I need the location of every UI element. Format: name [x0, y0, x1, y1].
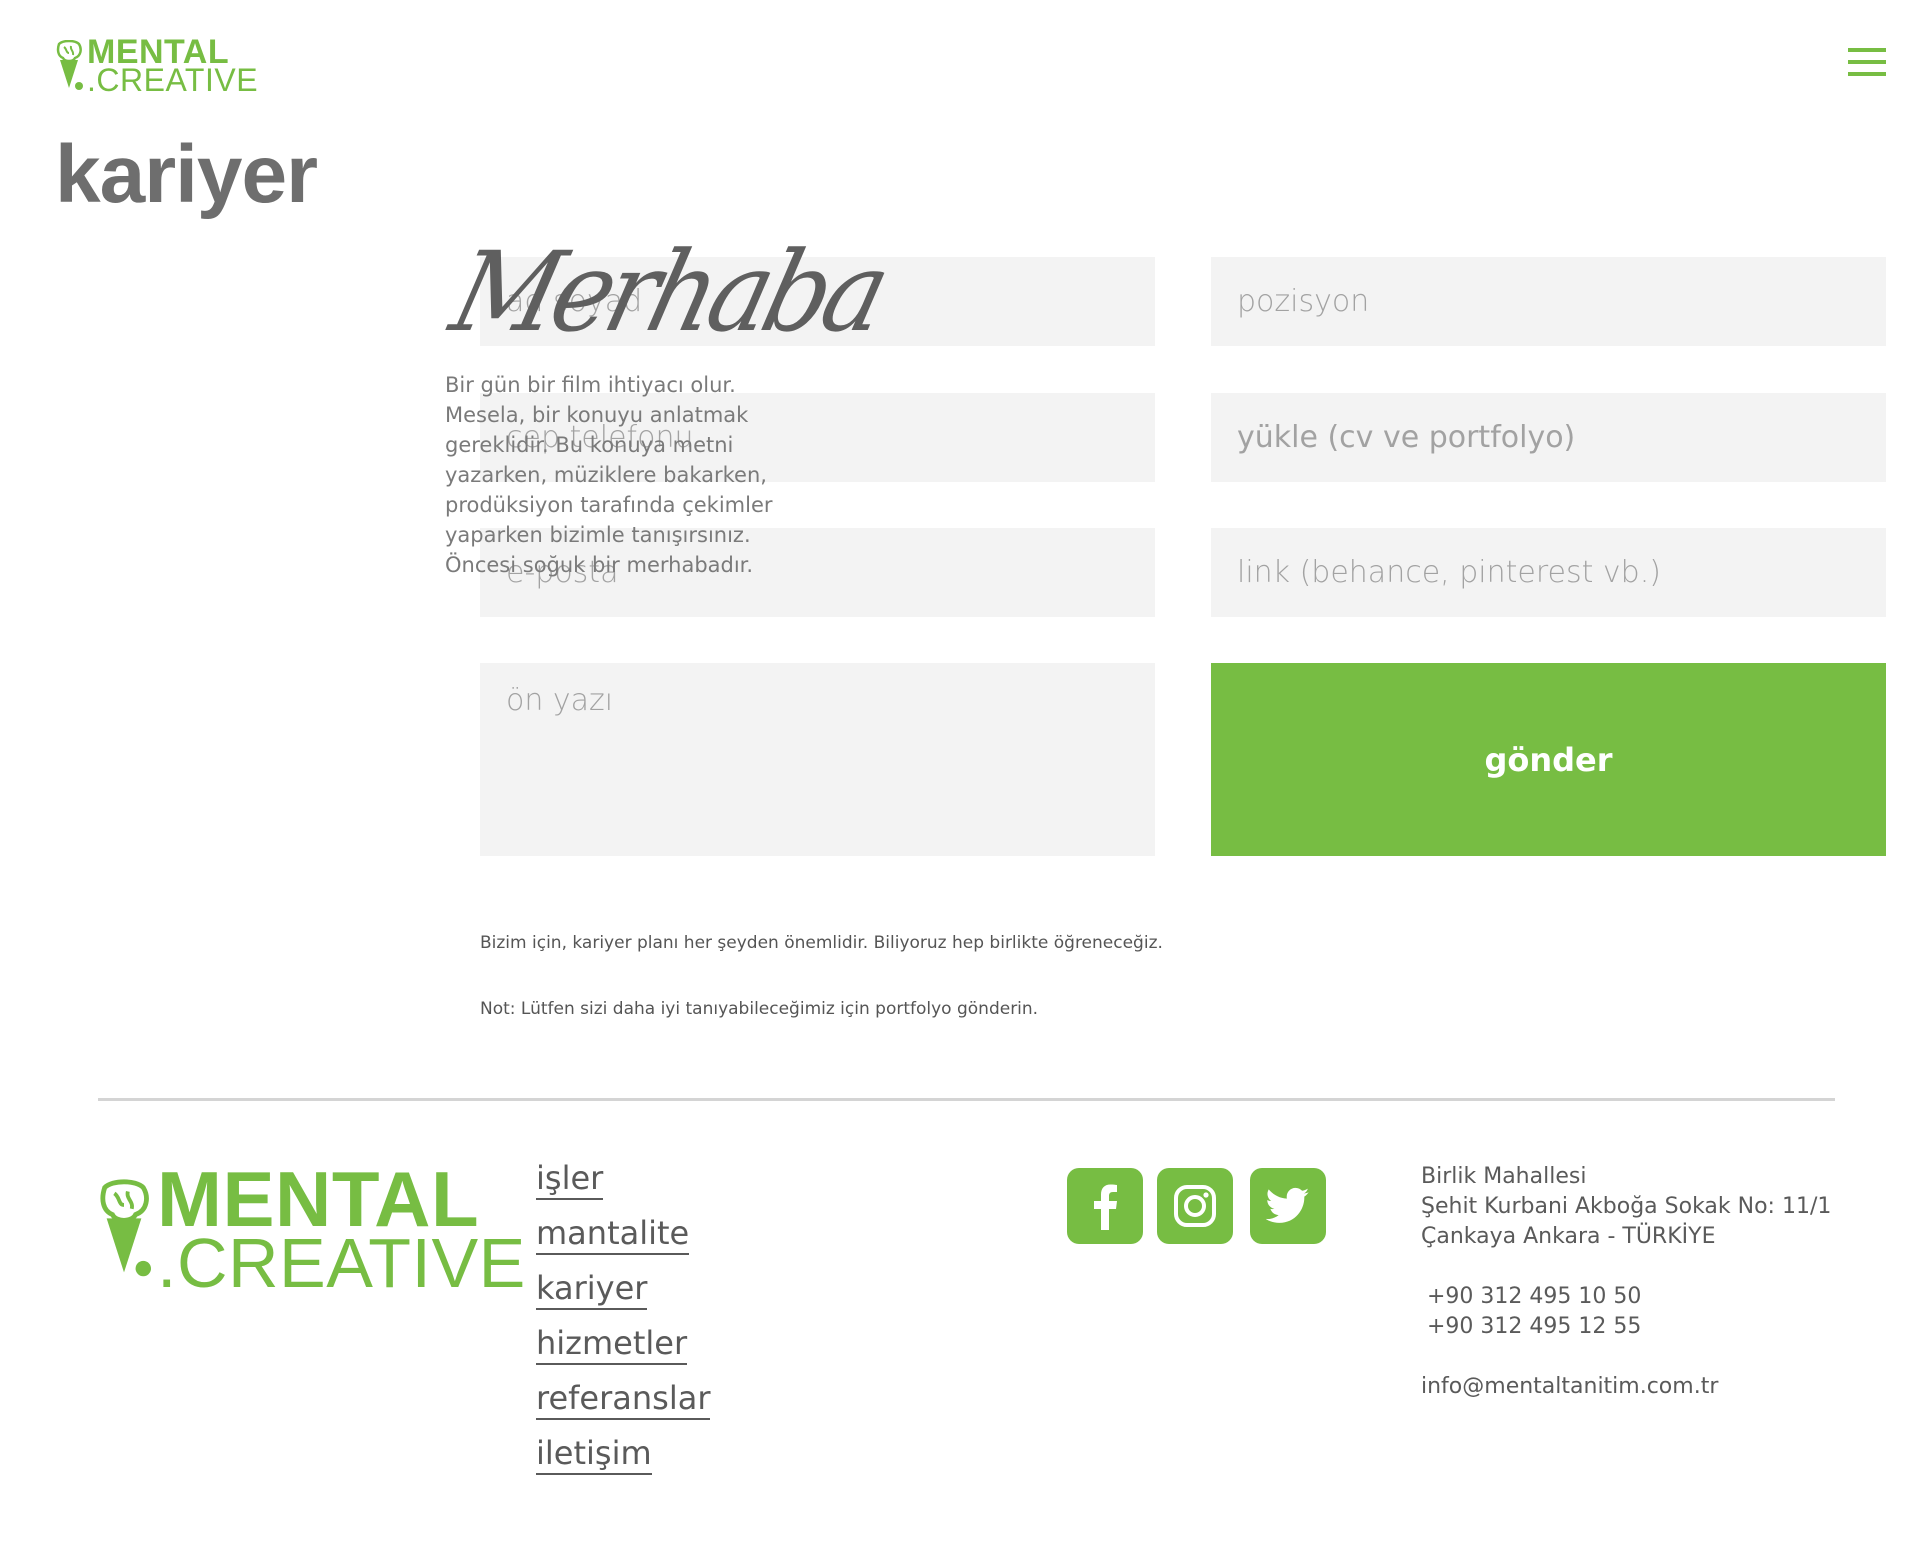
footer-link-referanslar[interactable]: referanslar: [536, 1378, 711, 1420]
address-line: Çankaya Ankara - TÜRKİYE: [1421, 1224, 1716, 1249]
instagram-icon[interactable]: [1157, 1168, 1233, 1244]
logo-word-mental: MENTAL: [157, 1155, 480, 1243]
phone-number[interactable]: +90 312 495 10 50: [1421, 1282, 1831, 1312]
upload-label: yükle (cv ve portfolyo): [1237, 420, 1576, 455]
page-title: kariyer: [55, 129, 318, 220]
submit-button[interactable]: gönder: [1211, 663, 1886, 856]
upload-cv-portfolio-field[interactable]: yükle (cv ve portfolyo): [1211, 393, 1886, 482]
position-input[interactable]: [1211, 257, 1886, 346]
footer-link-isler[interactable]: işler: [536, 1158, 604, 1200]
phone-number[interactable]: +90 312 495 12 55: [1421, 1312, 1831, 1342]
address-line: Birlik Mahallesi: [1421, 1164, 1587, 1189]
footer-logo[interactable]: MENTAL .CREATIVE: [97, 1155, 526, 1303]
brain-pencil-logo-icon: [100, 1179, 151, 1276]
twitter-icon[interactable]: [1250, 1168, 1326, 1244]
brain-pencil-logo-icon: [56, 40, 83, 91]
footer-divider: [98, 1098, 1835, 1101]
portfolio-link-input[interactable]: [1211, 528, 1886, 617]
address-line: Şehit Kurbani Akboğa Sokak No: 11/1: [1421, 1194, 1832, 1219]
email-input[interactable]: [480, 528, 1155, 617]
footer-nav: işler mantalite kariyer hizmetler refera…: [536, 1158, 711, 1488]
footer-link-kariyer[interactable]: kariyer: [536, 1268, 648, 1310]
phone-input[interactable]: [480, 393, 1155, 482]
footer-link-iletisim[interactable]: iletişim: [536, 1433, 652, 1475]
facebook-icon[interactable]: [1067, 1168, 1143, 1244]
logo-word-creative: .CREATIVE: [87, 62, 259, 99]
email-link[interactable]: info@mentaltanitim.com.tr: [1421, 1372, 1831, 1402]
portfolio-note: Not: Lütfen sizi daha iyi tanıyabileceği…: [480, 999, 1039, 1019]
contact-info: Birlik Mahallesi Şehit Kurbani Akboğa So…: [1421, 1162, 1831, 1402]
name-input[interactable]: [480, 257, 1155, 346]
footer-link-mantalite[interactable]: mantalite: [536, 1213, 690, 1255]
career-note: Bizim için, kariyer planı her şeyden öne…: [480, 933, 1163, 953]
hamburger-menu-icon[interactable]: [1848, 48, 1886, 76]
logo-word-creative: .CREATIVE: [157, 1224, 526, 1303]
footer-link-hizmetler[interactable]: hizmetler: [536, 1323, 688, 1365]
header-logo[interactable]: MENTAL .CREATIVE: [55, 35, 259, 99]
cover-letter-textarea[interactable]: [480, 663, 1155, 856]
